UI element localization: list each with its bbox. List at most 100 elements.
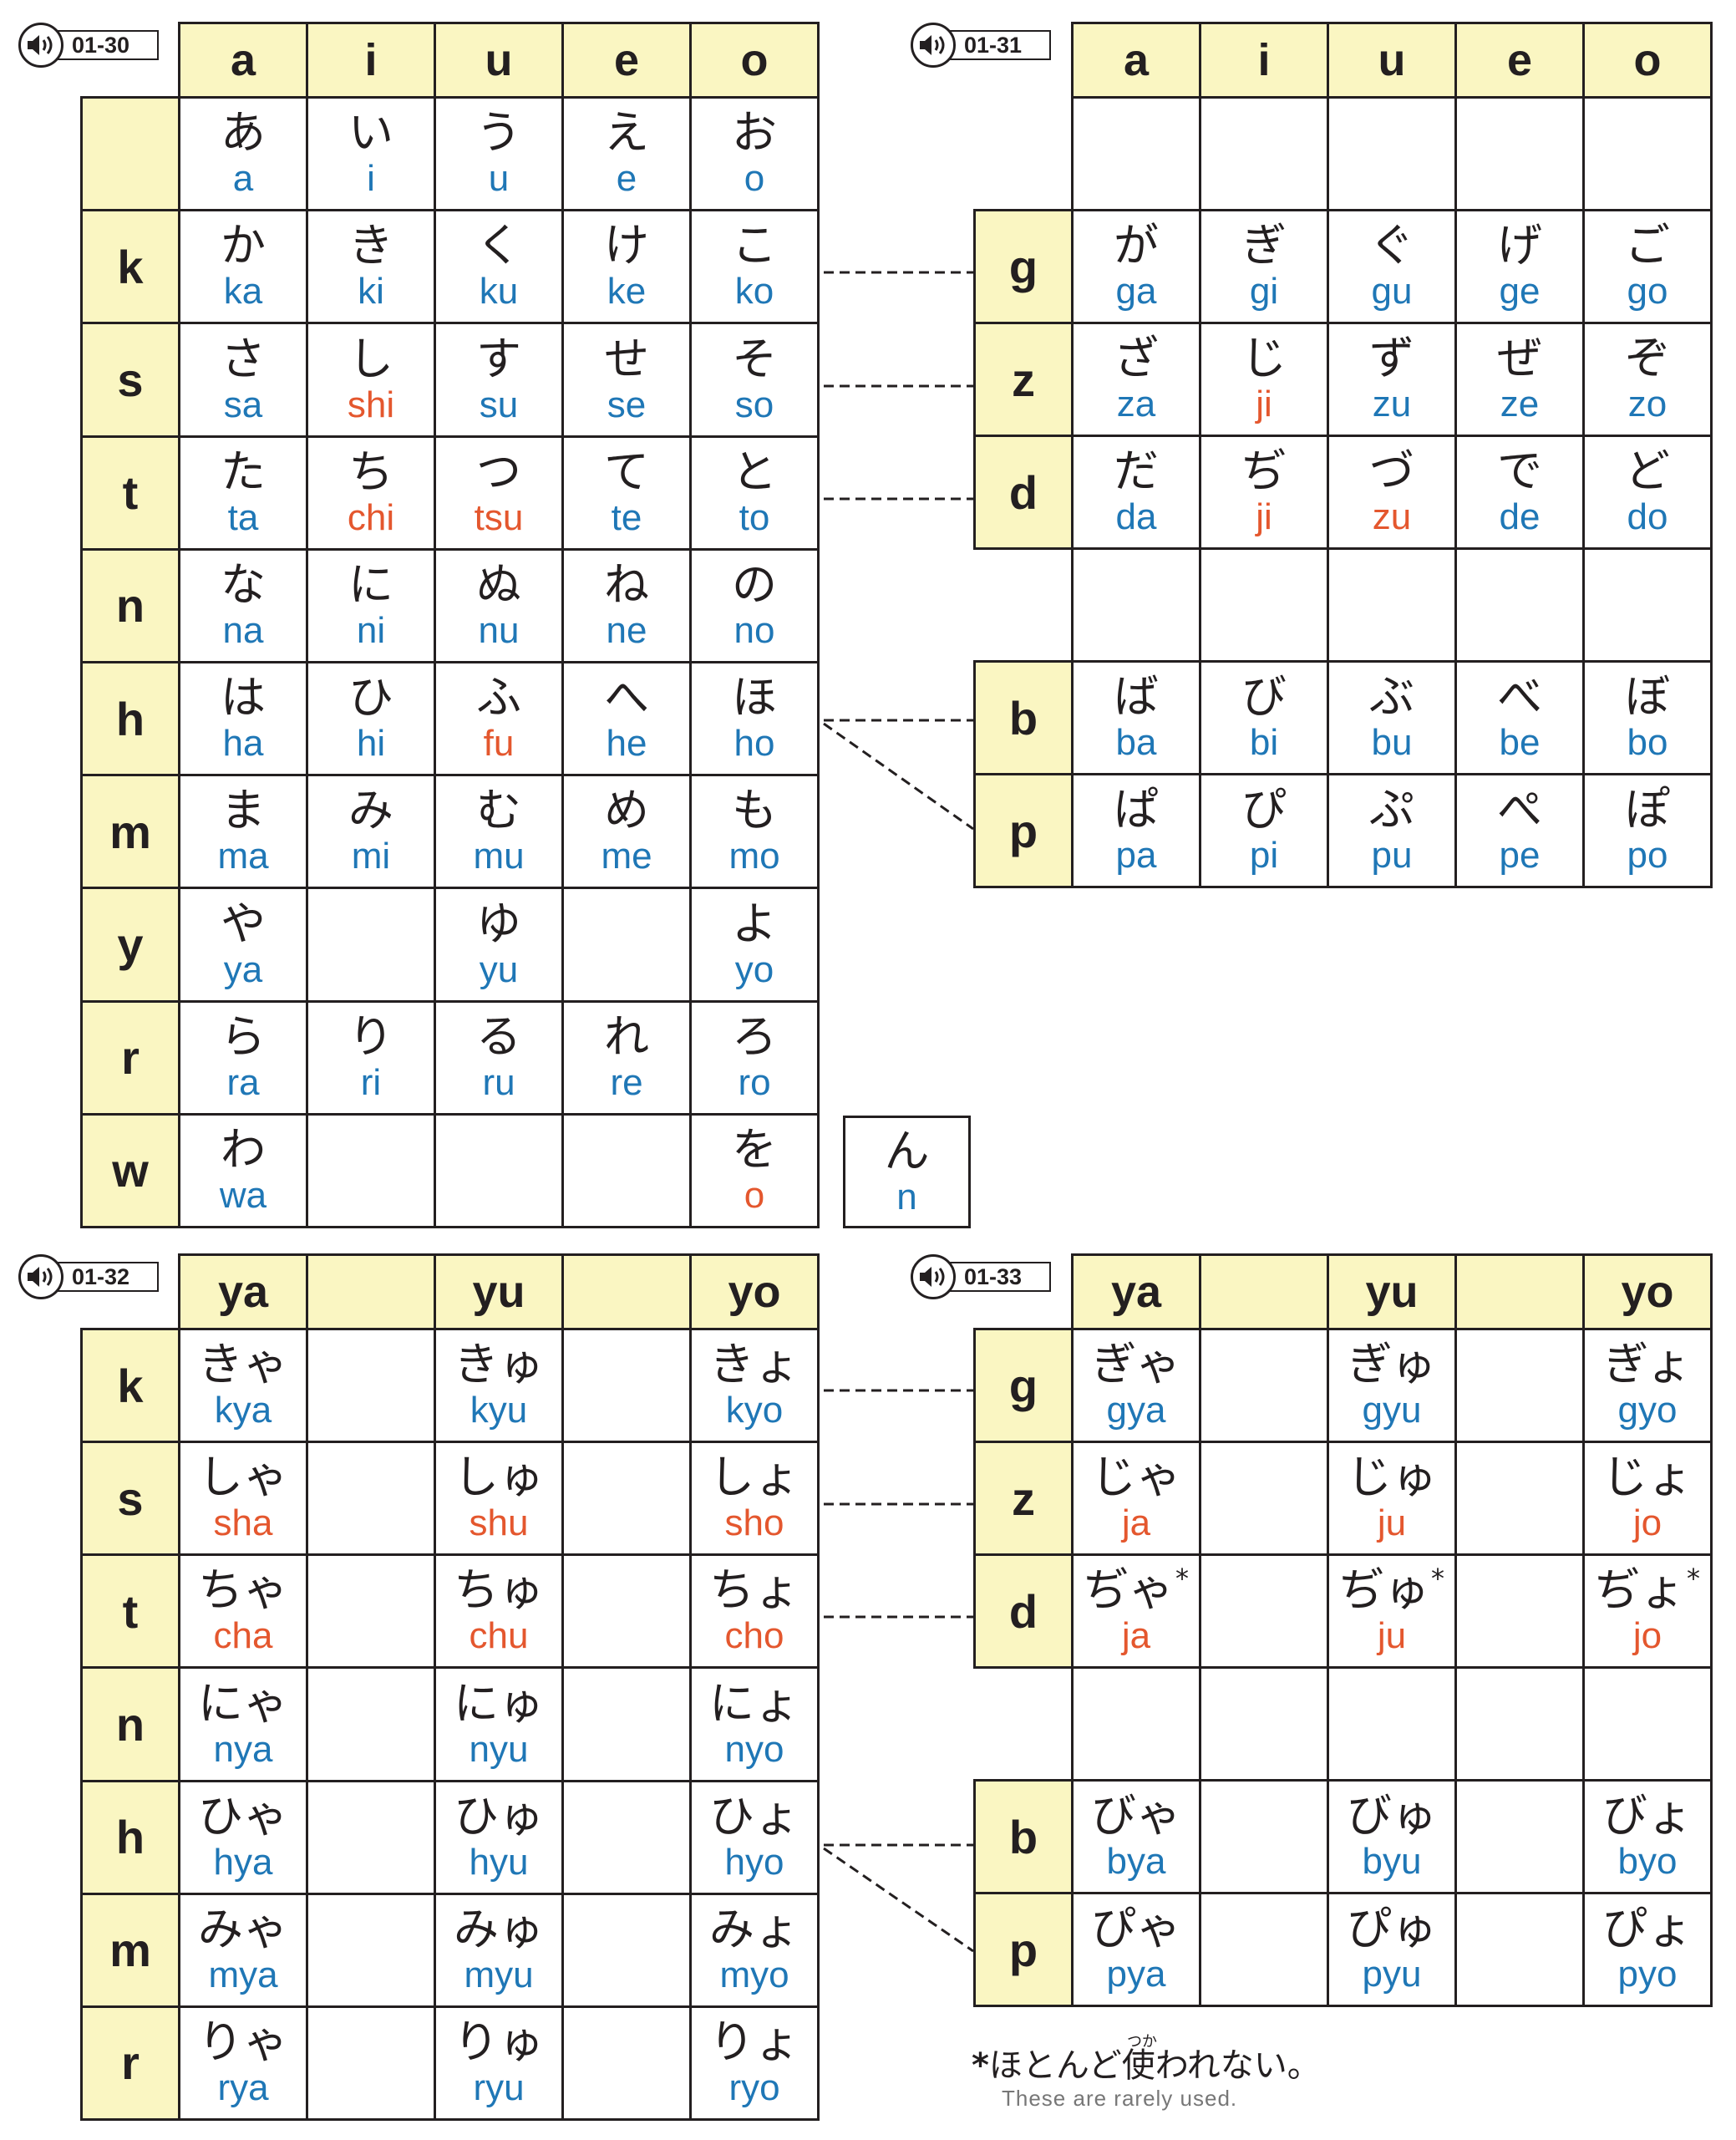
empty-cell xyxy=(434,1112,564,1229)
kana-cell: む mu xyxy=(434,774,564,890)
empty-cell xyxy=(306,1892,436,2008)
kana: しゅ xyxy=(438,1452,561,1502)
kana-cell: り ri xyxy=(306,999,436,1116)
romaji: zu xyxy=(1372,384,1412,424)
kana-cell: びゃ bya xyxy=(1071,1779,1201,1894)
kana: びゃ xyxy=(1075,1791,1198,1841)
column-header: ya xyxy=(1071,1253,1201,1330)
kana-cell: りゅ ryu xyxy=(434,2005,564,2122)
speaker-icon[interactable] xyxy=(911,1254,956,1299)
kana-text: ぴ xyxy=(1241,783,1287,836)
empty-cell xyxy=(1582,1666,1713,1782)
corner-empty xyxy=(82,1255,180,1329)
romaji: ryo xyxy=(728,2066,780,2108)
kana-cell: へ he xyxy=(561,661,692,777)
kana: み xyxy=(310,785,433,836)
speaker-icon[interactable] xyxy=(911,23,956,68)
row-header: s xyxy=(80,322,180,438)
kana: へ xyxy=(566,673,688,723)
romaji: hi xyxy=(356,723,386,765)
kana-text: みゃ xyxy=(198,1902,288,1955)
kana: ぎゃ xyxy=(1075,1339,1198,1390)
kana: ぴゃ xyxy=(1075,1904,1198,1954)
kana-text: じょ xyxy=(1602,1451,1693,1503)
empty-cell xyxy=(1454,1666,1585,1782)
kana: げ xyxy=(1459,219,1581,272)
empty-cell xyxy=(561,1892,692,2008)
kana-cell: きゅ kyu xyxy=(434,1328,564,1444)
kana: つ xyxy=(438,446,561,497)
kana-text: げ xyxy=(1497,219,1542,272)
kana-cell: ぴ pi xyxy=(1199,773,1329,888)
romaji: n xyxy=(896,1176,917,1217)
romaji: mu xyxy=(473,836,525,877)
kana: きゃ xyxy=(182,1339,305,1390)
blank-label xyxy=(975,1668,1073,1781)
kana-cell: みゅ myu xyxy=(434,1892,564,2008)
romaji: be xyxy=(1499,722,1541,763)
kana-cell: じゃ ja xyxy=(1071,1441,1201,1556)
empty-cell xyxy=(306,887,436,1003)
kana-cell: ご go xyxy=(1582,209,1713,324)
kana-text: ぎ xyxy=(1241,219,1287,272)
romaji: da xyxy=(1115,496,1157,537)
column-header: a xyxy=(178,21,308,99)
romaji: gya xyxy=(1106,1390,1166,1431)
kana-cell: ぐ gu xyxy=(1327,209,1457,324)
romaji: de xyxy=(1499,496,1541,537)
romaji: do xyxy=(1627,496,1668,537)
empty-cell xyxy=(1454,96,1585,211)
romaji: ba xyxy=(1115,722,1157,763)
kana: く xyxy=(438,221,561,271)
column-header: o xyxy=(1582,22,1713,99)
kana-cell: びゅ byu xyxy=(1327,1779,1457,1894)
kana-text: しょ xyxy=(709,1451,799,1504)
kana-row: h は ha ひ hi ふ fu へ he ほ ho xyxy=(80,661,820,777)
kana-cell: つ tsu xyxy=(434,435,564,551)
kana: ふ xyxy=(438,673,561,723)
empty-cell xyxy=(1582,96,1713,211)
kana: ぱ xyxy=(1075,785,1198,835)
romaji: cha xyxy=(213,1615,273,1657)
kana-cell: きょ kyo xyxy=(689,1328,820,1444)
kana-text: け xyxy=(604,219,649,272)
kana-cell: ぢゅ* ju xyxy=(1327,1553,1457,1669)
row-header: g xyxy=(973,209,1074,324)
kana-text: ち xyxy=(348,445,393,498)
romaji: ge xyxy=(1499,271,1541,312)
romaji: sha xyxy=(213,1502,273,1544)
kana-text: ぼ xyxy=(1625,670,1670,723)
column-header: i xyxy=(306,21,436,99)
kana: す xyxy=(438,333,561,384)
kana: ひょ xyxy=(693,1791,816,1842)
kana-row: d ぢゃ* ja ぢゅ* ju ぢょ* jo xyxy=(973,1553,1713,1669)
column-header: u xyxy=(1327,22,1457,99)
kana-cell: りゃ rya xyxy=(178,2005,308,2122)
romaji: ru xyxy=(482,1061,515,1103)
kana-cell: おo xyxy=(689,96,820,212)
romaji: ka xyxy=(223,271,263,313)
kana: ば xyxy=(1075,672,1198,722)
empty-cell xyxy=(1327,547,1457,663)
kana-text: づ xyxy=(1369,445,1414,497)
speaker-icon[interactable] xyxy=(18,1254,63,1299)
kana-text: う xyxy=(476,106,521,160)
kana-text: や xyxy=(221,897,266,950)
kana: こ xyxy=(693,221,816,271)
kana: り xyxy=(310,1011,433,1062)
kana-text: ず xyxy=(1369,332,1414,384)
kana-row: s さ sa し shi す su せ se そ so xyxy=(80,322,820,438)
row-header: y xyxy=(80,887,180,1003)
blank-row xyxy=(975,96,1713,211)
kana-cell: しゅ shu xyxy=(434,1441,564,1557)
kana-text: ひゅ xyxy=(454,1789,544,1843)
kana-cell: みゃ mya xyxy=(178,1892,308,2008)
kana-cell: ず zu xyxy=(1327,322,1457,437)
kana: で xyxy=(1459,446,1581,496)
kana-cell: ち chi xyxy=(306,435,436,551)
column-header: e xyxy=(561,21,692,99)
empty-cell xyxy=(1199,1441,1329,1556)
kana: にゅ xyxy=(438,1678,561,1729)
speaker-icon[interactable] xyxy=(18,23,63,68)
kana-cell: ぺ pe xyxy=(1454,773,1585,888)
